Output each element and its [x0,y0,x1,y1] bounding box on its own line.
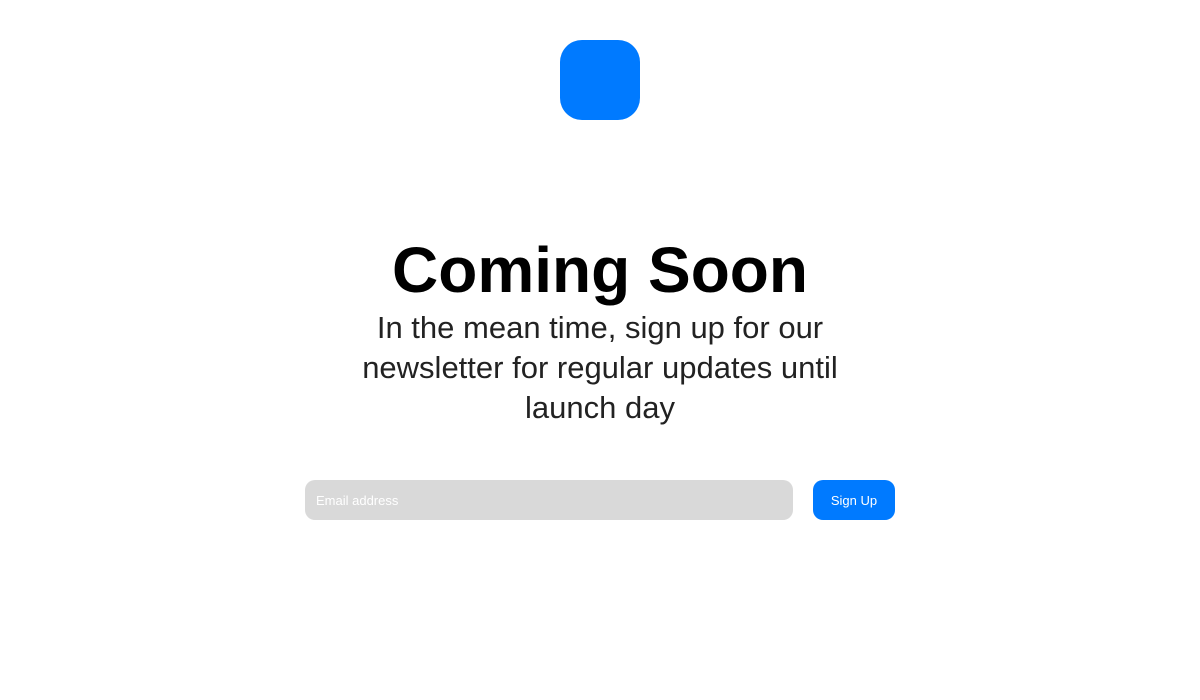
newsletter-signup-form: Sign Up [305,480,895,520]
sign-up-button[interactable]: Sign Up [813,480,895,520]
coming-soon-page: Coming Soon In the mean time, sign up fo… [0,0,1200,700]
page-subtitle: In the mean time, sign up for our newsle… [362,310,838,425]
email-field[interactable] [305,480,793,520]
page-title: Coming Soon [392,234,808,306]
hero-section: Coming Soon In the mean time, sign up fo… [0,232,1200,428]
app-logo-icon [560,40,640,120]
